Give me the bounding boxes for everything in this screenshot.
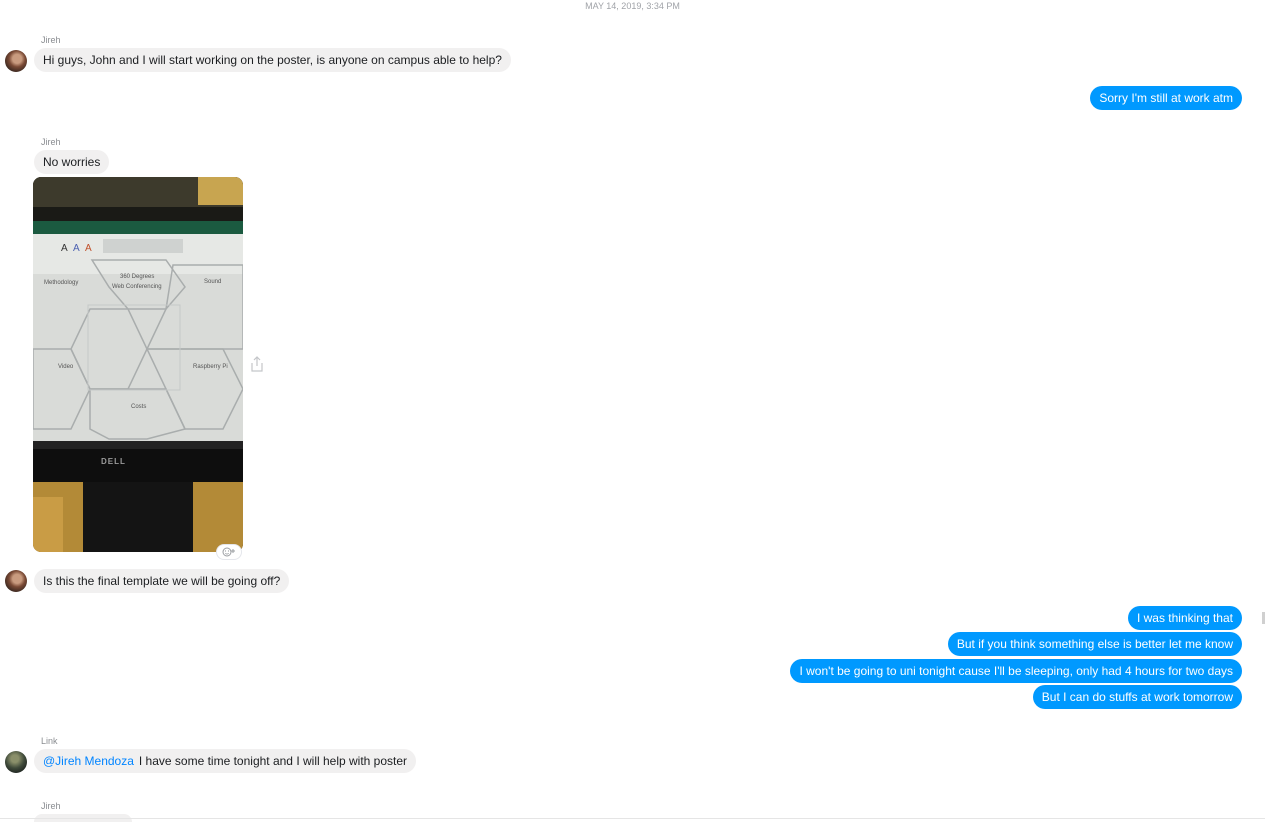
svg-text:A: A: [73, 243, 80, 254]
outgoing-message[interactable]: I was thinking that: [1127, 606, 1242, 630]
share-icon[interactable]: [249, 355, 265, 373]
sender-name: Jireh: [41, 35, 61, 45]
avatar[interactable]: [5, 751, 27, 773]
photo-cell-label: Sound: [204, 279, 222, 285]
photo-cell-label: Web Conferencing: [112, 284, 162, 290]
photo-cell-label: Raspberry Pi: [193, 364, 228, 370]
divider: [0, 818, 1265, 819]
photo-cell-label: Methodology: [44, 280, 79, 286]
outgoing-message[interactable]: Sorry I'm still at work atm: [1090, 86, 1242, 110]
avatar[interactable]: [5, 570, 27, 592]
incoming-message[interactable]: Hi guys, John and I will start working o…: [34, 48, 511, 72]
sender-name: Jireh: [41, 801, 61, 811]
incoming-message[interactable]: No worries: [34, 150, 110, 174]
outgoing-message[interactable]: But I can do stuffs at work tomorrow: [1032, 685, 1242, 709]
photo-cell-label: Video: [58, 364, 74, 370]
conversation-timestamp: MAY 14, 2019, 3:34 PM: [585, 1, 680, 11]
user-mention[interactable]: @Jireh Mendoza: [43, 754, 134, 768]
shared-photo[interactable]: A A A Methodology 360 Degrees Web Confer…: [33, 177, 243, 552]
outgoing-message[interactable]: But if you think something else is bette…: [947, 632, 1242, 656]
photo-cell-label: Costs: [131, 404, 147, 410]
monitor-logo: DELL: [101, 457, 126, 466]
add-reaction-icon[interactable]: [217, 545, 241, 559]
svg-text:A: A: [61, 243, 68, 254]
incoming-message[interactable]: Is this the final template we will be go…: [34, 569, 290, 593]
incoming-message[interactable]: @Jireh Mendoza I have some time tonight a…: [34, 749, 417, 773]
sender-name: Jireh: [41, 137, 61, 147]
sender-name: Link: [41, 736, 58, 746]
message-text: I have some time tonight and I will help…: [138, 754, 408, 768]
outgoing-message[interactable]: I won't be going to uni tonight cause I'…: [790, 659, 1242, 683]
avatar[interactable]: [5, 50, 27, 72]
svg-text:A: A: [85, 243, 92, 254]
photo-cell-label: 360 Degrees: [120, 274, 155, 280]
